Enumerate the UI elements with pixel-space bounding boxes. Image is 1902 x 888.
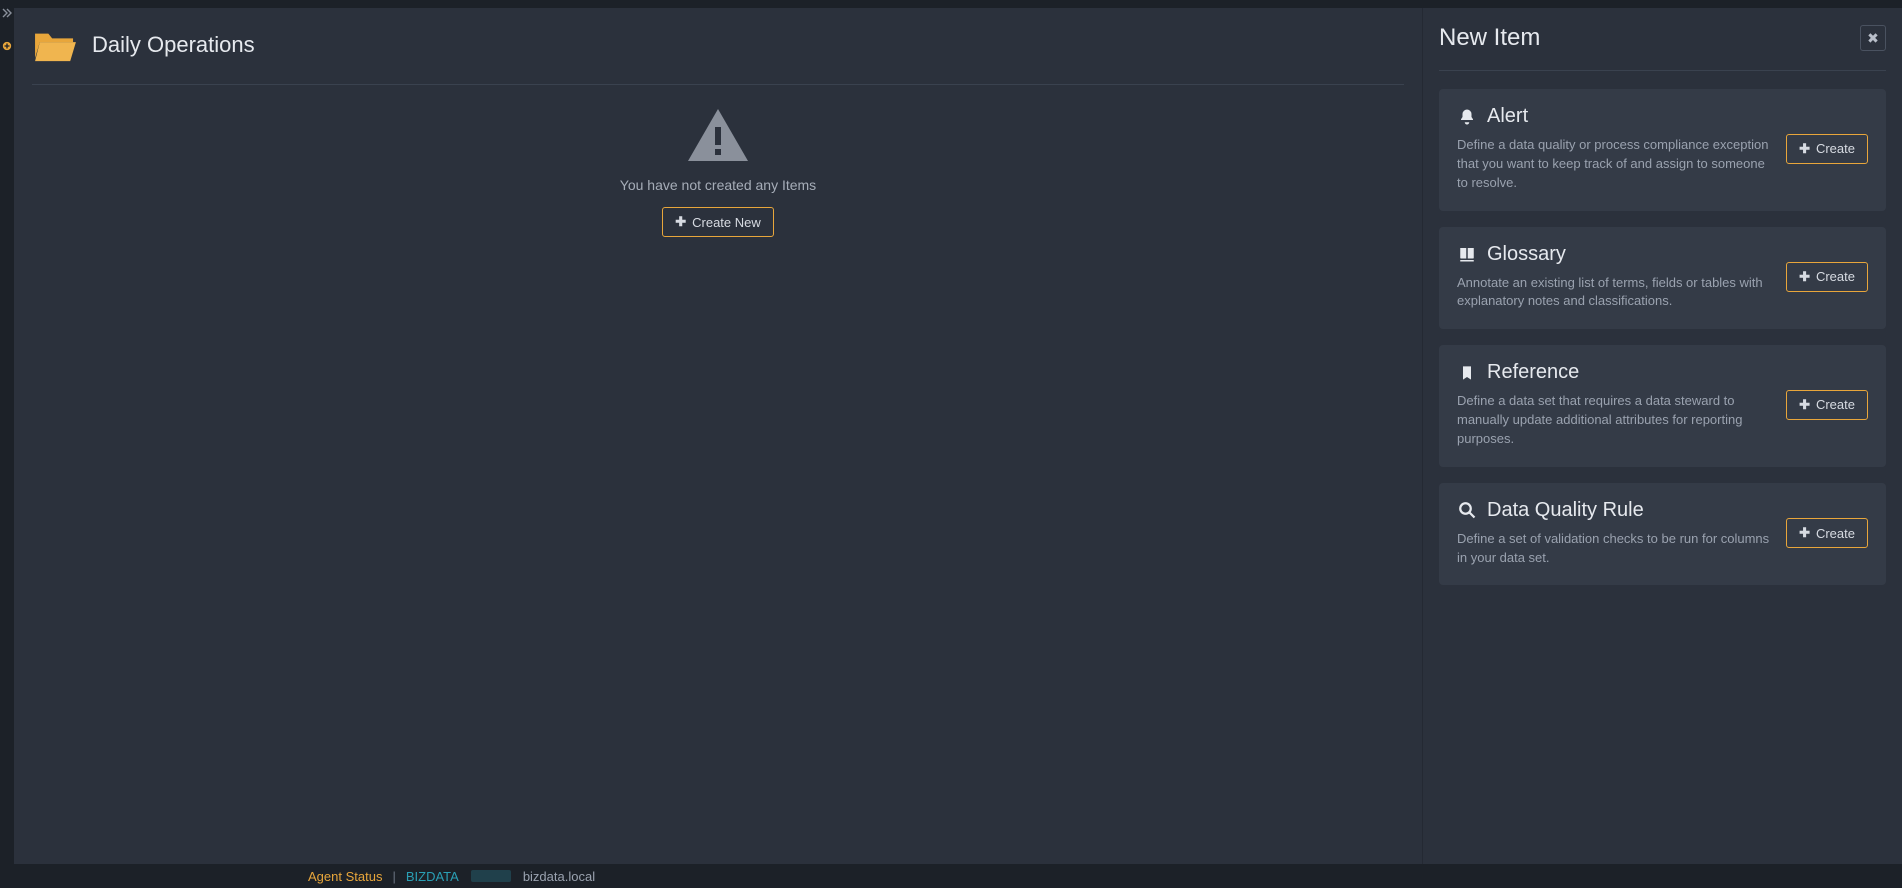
search-icon [1457,501,1477,519]
create-new-button[interactable]: ✚ Create New [662,207,774,237]
card-title-text: Reference [1487,361,1579,384]
item-type-alert: Alert Define a data quality or process c… [1439,89,1886,211]
plus-icon: ✚ [675,214,686,230]
status-separator: | [392,869,395,884]
app-frame: Daily Operations You have not created an… [0,8,1902,864]
page-title: Daily Operations [92,32,255,58]
agent-host[interactable]: BIZDATA [406,869,459,884]
create-dq-rule-button[interactable]: ✚ Create [1786,518,1868,548]
card-title-text: Glossary [1487,243,1566,266]
create-label: Create [1816,526,1855,541]
create-glossary-button[interactable]: ✚ Create [1786,262,1868,292]
item-type-glossary: Glossary Annotate an existing list of te… [1439,227,1886,330]
book-icon [1457,245,1477,263]
create-label: Create [1816,269,1855,284]
main-area: Daily Operations You have not created an… [14,8,1422,864]
item-type-dq-rule: Data Quality Rule Define a set of valida… [1439,483,1886,586]
top-strip [0,0,1902,8]
bell-icon [1457,108,1477,126]
card-title-text: Alert [1487,105,1528,128]
agent-domain: bizdata.local [523,869,595,884]
agent-status-label: Agent Status [308,869,382,884]
redacted-segment [471,870,511,882]
create-alert-button[interactable]: ✚ Create [1786,134,1868,164]
new-item-panel: New Item ✖ Alert Define a data quality o… [1422,8,1902,864]
create-label: Create [1816,397,1855,412]
create-new-label: Create New [692,215,761,230]
folder-open-icon [32,26,78,64]
item-type-reference: Reference Define a data set that require… [1439,345,1886,467]
empty-message: You have not created any Items [620,177,816,193]
panel-body: Alert Define a data quality or process c… [1439,71,1886,864]
card-desc: Define a data quality or process complia… [1457,136,1772,193]
plus-icon: ✚ [1799,525,1810,541]
left-rail [0,8,14,864]
warning-icon [686,107,750,163]
panel-title: New Item [1439,24,1540,52]
panel-header: New Item ✖ [1439,24,1886,71]
create-label: Create [1816,141,1855,156]
close-panel-button[interactable]: ✖ [1860,25,1886,51]
page-header: Daily Operations [32,26,1404,85]
card-title-text: Data Quality Rule [1487,499,1644,522]
close-icon: ✖ [1867,30,1879,47]
plus-icon: ✚ [1799,141,1810,157]
empty-state: You have not created any Items ✚ Create … [32,89,1404,864]
card-desc: Annotate an existing list of terms, fiel… [1457,274,1772,312]
plus-icon: ✚ [1799,269,1810,285]
expand-rail-icon[interactable] [2,8,12,21]
add-rail-icon[interactable] [2,41,12,54]
create-reference-button[interactable]: ✚ Create [1786,390,1868,420]
bookmark-icon [1457,364,1477,382]
card-desc: Define a data set that requires a data s… [1457,392,1772,449]
plus-icon: ✚ [1799,397,1810,413]
card-desc: Define a set of validation checks to be … [1457,530,1772,568]
status-bar: Agent Status | BIZDATA bizdata.local [0,864,1902,888]
